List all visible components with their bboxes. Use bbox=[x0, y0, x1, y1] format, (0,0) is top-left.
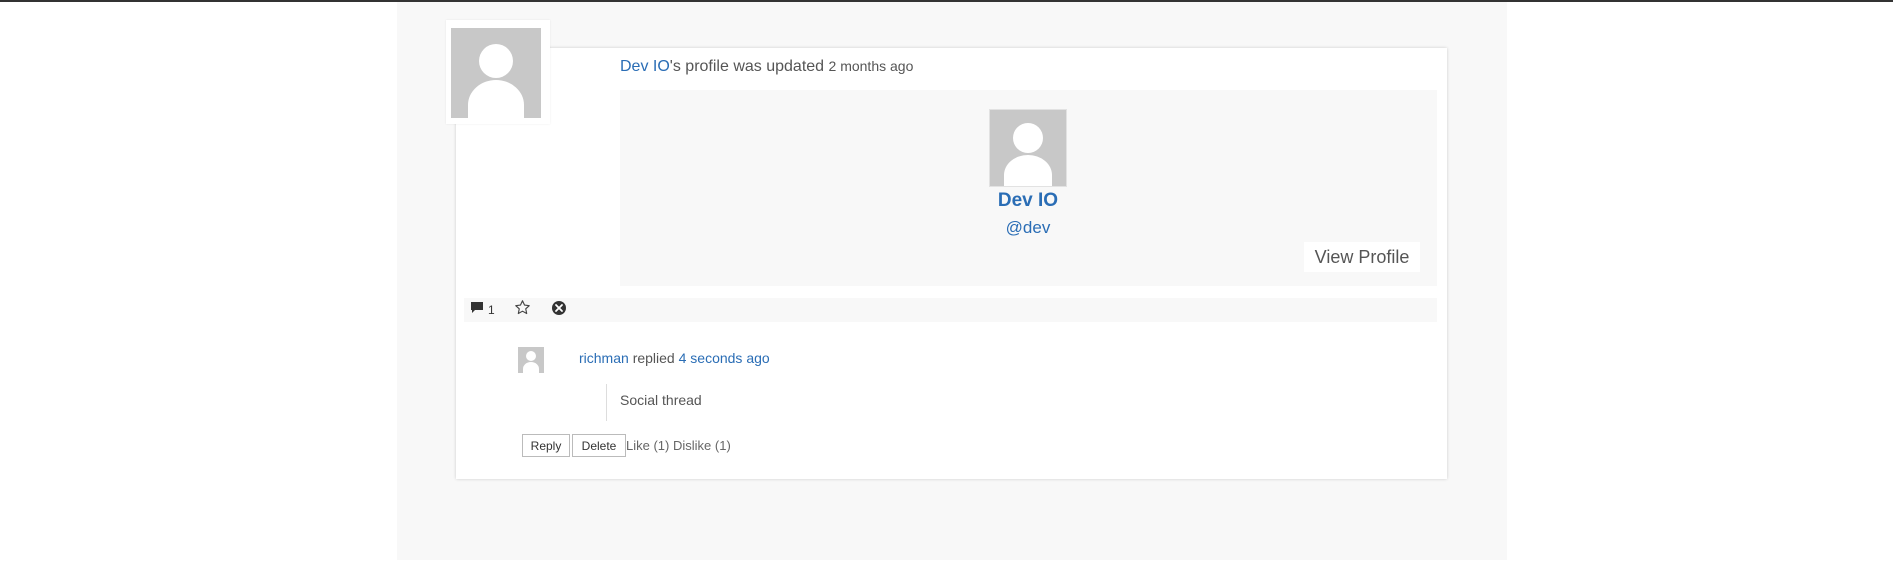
reply-author-avatar[interactable] bbox=[518, 347, 544, 373]
profile-handle[interactable]: @dev bbox=[928, 218, 1128, 238]
comment-action[interactable]: 1 bbox=[470, 301, 495, 319]
delete-reply-button[interactable]: Delete bbox=[572, 434, 626, 457]
author-avatar[interactable] bbox=[451, 28, 541, 118]
profile-avatar[interactable] bbox=[990, 110, 1066, 186]
like-link[interactable]: Like (1) bbox=[626, 438, 669, 453]
star-icon bbox=[514, 299, 531, 321]
dislike-link[interactable]: Dislike (1) bbox=[673, 438, 731, 453]
activity-header: Dev IO's profile was updated 2 months ag… bbox=[620, 58, 913, 76]
comment-icon bbox=[470, 301, 484, 320]
reply-button[interactable]: Reply bbox=[522, 434, 570, 457]
comment-count: 1 bbox=[488, 303, 495, 317]
profile-name[interactable]: Dev IO bbox=[928, 190, 1128, 212]
activity-time: 2 months ago bbox=[828, 58, 914, 74]
reply-time-link[interactable]: 4 seconds ago bbox=[679, 350, 770, 366]
activity-action-bar bbox=[464, 298, 1437, 322]
reply-header: richman replied 4 seconds ago bbox=[579, 350, 770, 366]
activity-user-link[interactable]: Dev IO bbox=[620, 58, 670, 75]
activity-action-text: 's profile was updated bbox=[669, 58, 825, 75]
delete-activity-action[interactable] bbox=[551, 300, 567, 321]
favorite-action[interactable] bbox=[514, 299, 531, 321]
reply-verb: replied bbox=[632, 350, 675, 366]
view-profile-button[interactable]: View Profile bbox=[1304, 242, 1420, 272]
reply-quote-bar bbox=[606, 384, 607, 421]
close-circle-icon bbox=[551, 300, 567, 321]
reply-text: Social thread bbox=[620, 392, 702, 408]
reply-votes: Like (1) Dislike (1) bbox=[626, 438, 731, 453]
reply-author-link[interactable]: richman bbox=[579, 350, 629, 366]
